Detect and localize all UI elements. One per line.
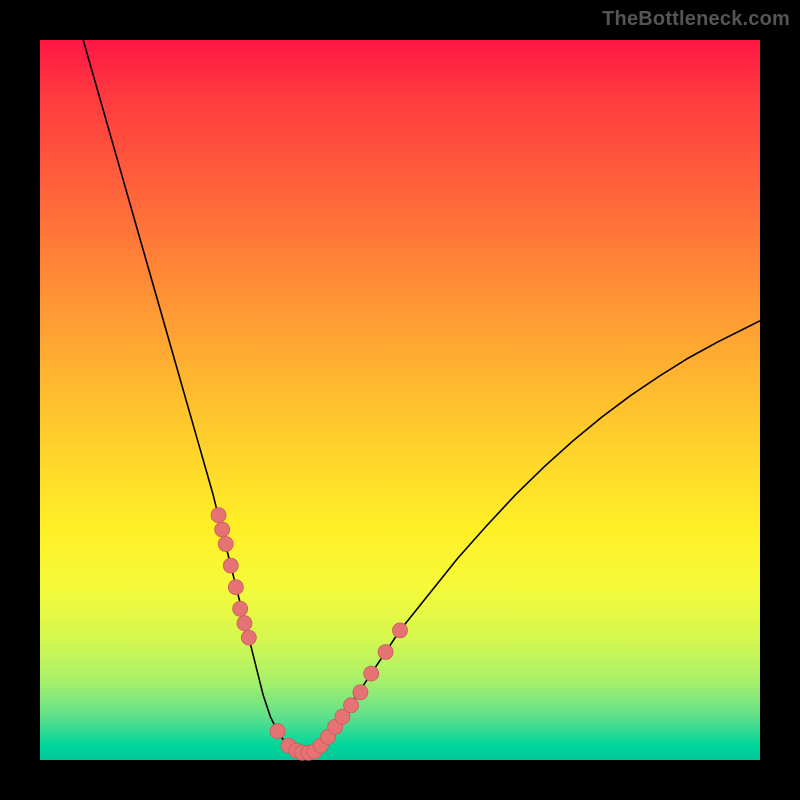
curve-dot xyxy=(393,623,408,638)
curve-dot xyxy=(364,666,379,681)
curve-dots xyxy=(211,508,407,761)
curve-dot xyxy=(353,685,368,700)
curve-dot xyxy=(223,558,238,573)
curve-dot xyxy=(241,630,256,645)
curve-dot xyxy=(218,537,233,552)
curve-dot xyxy=(378,645,393,660)
curve-layer xyxy=(40,40,760,760)
bottleneck-curve xyxy=(83,40,760,753)
curve-dot xyxy=(233,601,248,616)
curve-dot xyxy=(270,724,285,739)
curve-dot xyxy=(344,698,359,713)
curve-dot xyxy=(211,508,226,523)
curve-dot xyxy=(228,580,243,595)
curve-dot xyxy=(237,616,252,631)
watermark-text: TheBottleneck.com xyxy=(602,8,790,31)
curve-dot xyxy=(215,522,230,537)
chart-frame: TheBottleneck.com xyxy=(0,0,800,800)
plot-area xyxy=(40,40,760,760)
